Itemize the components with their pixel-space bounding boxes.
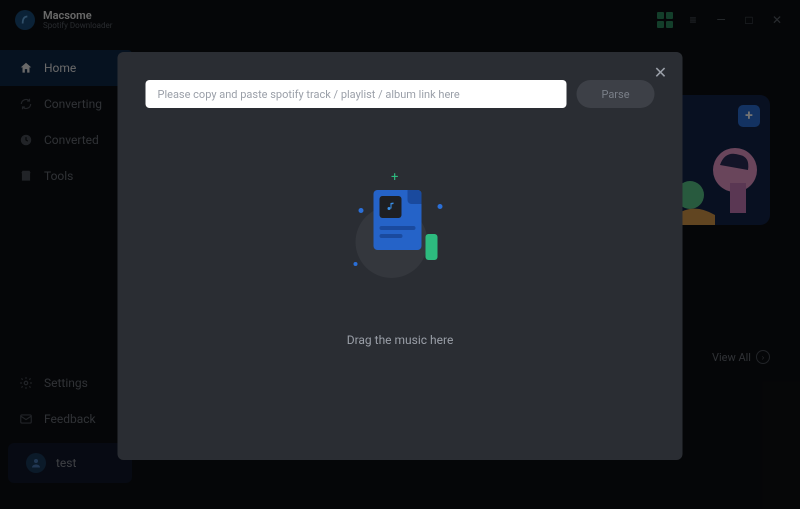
close-icon[interactable]: ✕: [651, 62, 671, 82]
add-music-modal: ✕ Parse + Drag the music here: [118, 52, 683, 460]
parse-button[interactable]: Parse: [577, 80, 655, 108]
drop-text: Drag the music here: [347, 333, 454, 347]
drop-area[interactable]: + Drag the music here: [146, 178, 655, 347]
sparkle-icon: +: [391, 170, 398, 185]
url-input[interactable]: [146, 80, 567, 108]
music-doc-illustration: +: [345, 178, 455, 288]
music-note-icon: [379, 196, 401, 218]
